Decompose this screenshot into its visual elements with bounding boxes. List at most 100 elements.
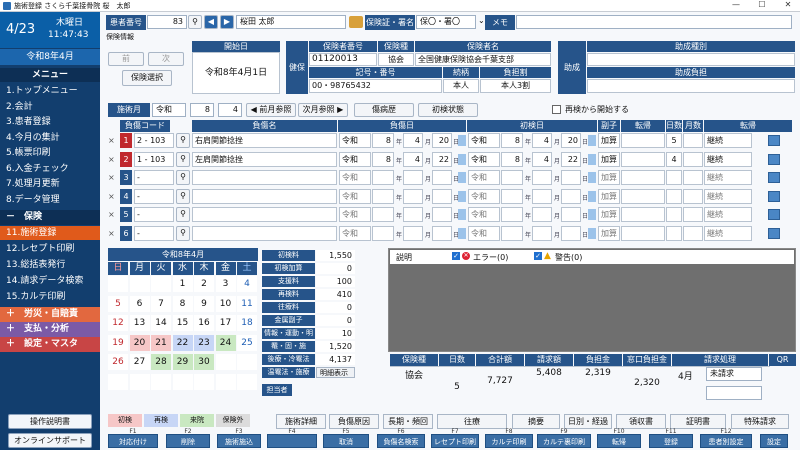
online-support-button[interactable]: オンラインサポート xyxy=(8,433,92,448)
chevron-down-icon[interactable]: ⌄ xyxy=(478,16,485,25)
injury-era-select[interactable]: 令和 xyxy=(339,207,371,222)
first-visit-month[interactable] xyxy=(532,225,552,241)
search-icon[interactable]: ⚲ xyxy=(188,15,202,29)
search-icon[interactable]: ⚲ xyxy=(176,151,190,167)
sidebar-item[interactable]: 7.処理月更新 xyxy=(0,177,100,191)
outcome-select[interactable] xyxy=(621,170,665,185)
calendar-day[interactable] xyxy=(215,354,236,370)
prev-month-button[interactable]: ◀ 前月参照 xyxy=(246,103,296,117)
calendar-day[interactable]: 25 xyxy=(237,334,257,351)
fkey-button[interactable]: カルテ印刷 xyxy=(485,434,533,448)
amount-value[interactable]: 明細表示 xyxy=(316,367,355,378)
injury-day[interactable]: 20 xyxy=(432,133,452,148)
calendar-day[interactable]: 23 xyxy=(194,334,214,351)
calendar-day[interactable]: 19 xyxy=(108,334,128,351)
calendar-day[interactable] xyxy=(237,373,257,390)
injury-day[interactable] xyxy=(432,188,452,204)
prev-insurance-button[interactable]: 前 xyxy=(108,52,144,66)
calendar-day[interactable]: 10 xyxy=(215,295,236,312)
first-visit-month[interactable]: 4 xyxy=(532,133,552,148)
first-visit-year[interactable] xyxy=(501,188,523,204)
search-icon[interactable]: ⚲ xyxy=(176,133,190,148)
year-input[interactable]: 8 xyxy=(190,103,214,117)
calendar-day[interactable] xyxy=(151,373,171,390)
calendar-day[interactable]: 15 xyxy=(172,315,193,331)
first-visit-year[interactable]: 8 xyxy=(501,151,523,167)
memo-input[interactable] xyxy=(516,15,792,29)
tab-4[interactable]: 往療 xyxy=(437,414,507,429)
error-filter-checkbox[interactable]: ✓ xyxy=(452,252,460,260)
outcome-select[interactable] xyxy=(621,151,665,167)
injury-year[interactable] xyxy=(372,225,394,241)
sidebar-item[interactable]: 13.総括表発行 xyxy=(0,258,100,272)
calendar-day[interactable] xyxy=(129,373,150,390)
delete-row-icon[interactable]: × xyxy=(108,229,115,238)
calendar-day[interactable]: 26 xyxy=(108,354,128,370)
tenki-select[interactable]: 継続 xyxy=(704,207,752,222)
injury-era-select[interactable]: 令和 xyxy=(339,151,371,167)
splint-select[interactable]: 加算 xyxy=(598,133,620,148)
tab-1[interactable]: 施術詳細 xyxy=(276,414,326,429)
splint-select[interactable]: 加算 xyxy=(598,207,620,222)
first-visit-era-select[interactable]: 令和 xyxy=(468,207,500,222)
delete-row-icon[interactable]: × xyxy=(108,136,115,145)
injury-name-field[interactable]: 右肩関節捻挫 xyxy=(192,133,337,148)
calendar-day[interactable]: 17 xyxy=(215,315,236,331)
injury-month[interactable]: 4 xyxy=(403,133,423,148)
select-insurance-button[interactable]: 保険選択 xyxy=(122,70,172,86)
note-icon[interactable] xyxy=(768,172,780,183)
maximize-button[interactable]: ☐ xyxy=(750,0,774,12)
delete-row-icon[interactable]: × xyxy=(108,210,115,219)
calendar-day[interactable]: 18 xyxy=(237,315,257,331)
first-visit-era-select[interactable]: 令和 xyxy=(468,133,500,148)
injury-day[interactable] xyxy=(432,225,452,241)
first-visit-month[interactable] xyxy=(532,170,552,185)
injury-era-select[interactable]: 令和 xyxy=(339,170,371,185)
payment-analysis-section[interactable]: ＋ 支払・分析 xyxy=(0,322,100,337)
warning-filter-checkbox[interactable]: ✓ xyxy=(534,252,542,260)
sidebar-item[interactable]: 6.入金チェック xyxy=(0,162,100,176)
calendar-icon[interactable] xyxy=(458,135,466,146)
fkey-button[interactable]: 登録 xyxy=(649,434,693,448)
injury-name-field[interactable] xyxy=(192,188,337,204)
calendar-day[interactable]: 6 xyxy=(129,295,150,312)
first-visit-day[interactable] xyxy=(561,207,581,222)
injury-month[interactable] xyxy=(403,207,423,222)
fkey-button[interactable]: カルテ裏印刷 xyxy=(537,434,591,448)
tab-8[interactable]: 証明書 xyxy=(670,414,726,429)
calendar-day[interactable]: 1 xyxy=(172,276,193,292)
tenki-select[interactable]: 継続 xyxy=(704,133,752,148)
first-visit-month[interactable]: 4 xyxy=(532,151,552,167)
tab-3[interactable]: 長期・頻回 xyxy=(383,414,433,429)
patient-no-input[interactable]: 83 xyxy=(147,15,187,29)
first-visit-year[interactable] xyxy=(501,170,523,185)
first-visit-era-select[interactable]: 令和 xyxy=(468,151,500,167)
injury-history-button[interactable]: 傷病歴 xyxy=(354,103,414,117)
injury-year[interactable]: 8 xyxy=(372,151,394,167)
close-button[interactable]: ✕ xyxy=(776,0,800,12)
calendar-icon[interactable] xyxy=(458,227,466,239)
outcome-select[interactable] xyxy=(621,188,665,204)
search-icon[interactable]: ⚲ xyxy=(176,188,190,204)
insurance-card-select[interactable]: 保〇・署〇 xyxy=(416,15,476,29)
injury-month[interactable] xyxy=(403,188,423,204)
injury-month[interactable] xyxy=(403,225,423,241)
tenki-select[interactable]: 継続 xyxy=(704,170,752,185)
injury-code-field[interactable]: 2 - 103 xyxy=(134,133,174,148)
injury-code-field[interactable]: - xyxy=(134,170,174,185)
rousai-section[interactable]: ＋ 労災・自賠責 xyxy=(0,307,100,322)
calendar-day[interactable] xyxy=(108,373,128,390)
calendar-day[interactable]: 9 xyxy=(194,295,214,312)
calendar-day[interactable]: 14 xyxy=(151,315,171,331)
calendar-day[interactable]: 30 xyxy=(194,354,214,370)
note-icon[interactable] xyxy=(768,153,780,165)
fkey-button[interactable]: 負傷名検索 xyxy=(377,434,425,448)
calendar-day[interactable]: 8 xyxy=(172,295,193,312)
sidebar-item[interactable]: 14.請求データ検索 xyxy=(0,274,100,288)
calendar-icon[interactable] xyxy=(588,172,596,183)
fkey-button[interactable]: 転帰 xyxy=(597,434,641,448)
calendar-day[interactable]: 29 xyxy=(172,354,193,370)
splint-select[interactable]: 加算 xyxy=(598,170,620,185)
note-icon[interactable] xyxy=(768,227,780,239)
calendar-icon[interactable] xyxy=(458,172,466,183)
